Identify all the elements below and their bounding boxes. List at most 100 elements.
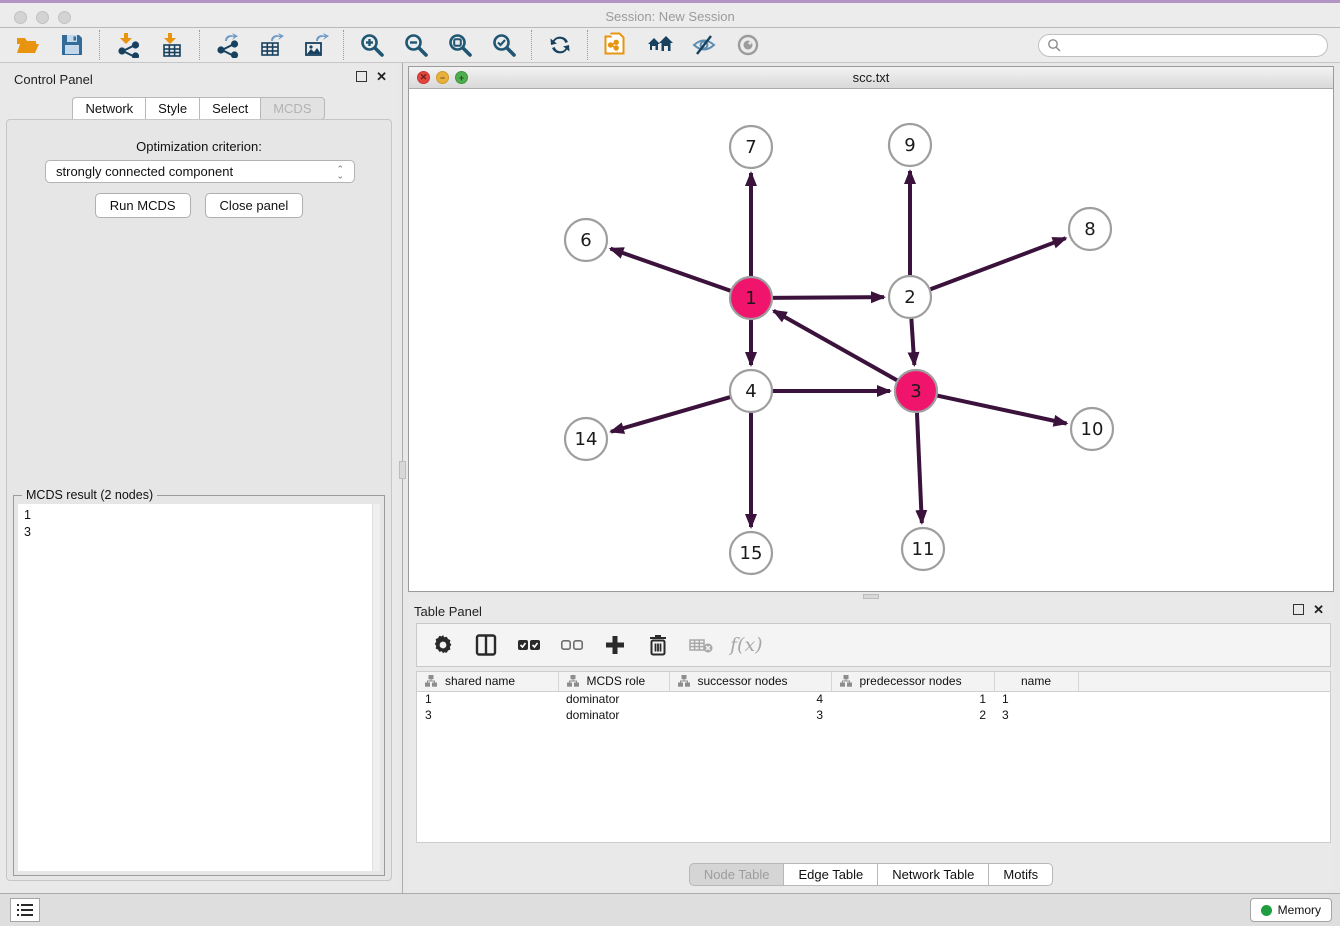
vertical-splitter[interactable]	[397, 63, 408, 893]
list-icon	[17, 903, 33, 917]
function-builder-icon[interactable]: f(x)	[730, 634, 763, 656]
cell-successor-nodes[interactable]: 3	[669, 707, 831, 723]
table-row[interactable]: 3dominator323	[417, 707, 1330, 723]
app-titlebar: Session: New Session	[0, 0, 1340, 28]
close-panel-button[interactable]: Close panel	[205, 193, 304, 218]
cell-MCDS-role[interactable]: dominator	[558, 691, 669, 707]
graph-node-10[interactable]: 10	[1071, 408, 1113, 450]
column-header-predecessor-nodes[interactable]: predecessor nodes	[831, 672, 994, 691]
search-icon	[1047, 38, 1061, 52]
edge-3-10[interactable]	[934, 395, 1067, 424]
graph-node-7[interactable]: 7	[730, 126, 772, 168]
graph-node-15[interactable]: 15	[730, 532, 772, 574]
vertical-splitter-handle[interactable]	[399, 461, 406, 479]
edge-1-2[interactable]	[769, 297, 884, 298]
cell-predecessor-nodes[interactable]: 1	[831, 691, 994, 707]
open-session-icon[interactable]	[14, 32, 41, 59]
zoom-out-icon[interactable]	[402, 32, 429, 59]
refresh-view-icon[interactable]	[546, 32, 573, 59]
network-window-titlebar[interactable]: ✕ − + scc.txt	[409, 67, 1333, 89]
cell-successor-nodes[interactable]: 4	[669, 691, 831, 707]
delete-column-trash-icon[interactable]	[644, 631, 672, 659]
export-table-icon[interactable]	[258, 32, 285, 59]
optimization-criterion-dropdown[interactable]: strongly connected component ⌃⌃	[45, 160, 355, 183]
graph-node-14[interactable]: 14	[565, 418, 607, 460]
column-header-successor-nodes[interactable]: successor nodes	[669, 672, 831, 691]
import-network-icon[interactable]	[114, 32, 141, 59]
column-header-shared-name[interactable]: shared name	[417, 672, 558, 691]
home-hierarchy-icon[interactable]	[646, 32, 673, 59]
tab-edge-table[interactable]: Edge Table	[783, 863, 877, 886]
tab-select[interactable]: Select	[199, 97, 260, 120]
edge-1-6[interactable]	[611, 249, 734, 292]
network-canvas[interactable]: 7 9 6 8 1 2 4 3 14 10 15 11	[409, 89, 1333, 591]
graph-node-8[interactable]: 8	[1069, 208, 1111, 250]
graph-node-11[interactable]: 11	[902, 528, 944, 570]
cell-name[interactable]: 3	[994, 707, 1078, 723]
tab-motifs[interactable]: Motifs	[988, 863, 1053, 886]
show-hidden-eye-icon[interactable]	[734, 32, 761, 59]
graph-node-2[interactable]: 2	[889, 276, 931, 318]
import-table-icon[interactable]	[158, 32, 185, 59]
table-row[interactable]: 1dominator411	[417, 691, 1330, 707]
delete-table-icon[interactable]	[687, 631, 715, 659]
result-scrollbar[interactable]	[372, 504, 380, 871]
cell-predecessor-nodes[interactable]: 2	[831, 707, 994, 723]
task-history-button[interactable]	[10, 898, 40, 922]
export-network-icon[interactable]	[214, 32, 241, 59]
right-column: ✕ − + scc.txt 7968124314101511 Table Pan…	[408, 63, 1334, 893]
edge-4-14[interactable]	[611, 396, 734, 432]
column-header-name[interactable]: name	[994, 672, 1078, 691]
table-panel-float-icon[interactable]	[1293, 604, 1304, 615]
edge-2-3[interactable]	[911, 315, 914, 365]
cell-MCDS-role[interactable]: dominator	[558, 707, 669, 723]
memory-button[interactable]: Memory	[1250, 898, 1332, 922]
svg-text:4: 4	[745, 381, 756, 402]
search-field[interactable]	[1038, 34, 1328, 57]
graph-node-4[interactable]: 4	[730, 370, 772, 412]
mcds-result-group: MCDS result (2 nodes) 1 3	[13, 495, 385, 876]
mcds-result-title: MCDS result (2 nodes)	[22, 488, 157, 502]
mcds-result-textarea[interactable]: 1 3	[18, 504, 380, 871]
edge-2-8[interactable]	[927, 238, 1066, 290]
edge-3-1[interactable]	[774, 311, 901, 382]
save-session-icon[interactable]	[58, 32, 85, 59]
tab-mcds[interactable]: MCDS	[260, 97, 324, 120]
table-panel: Table Panel ✕	[408, 597, 1334, 890]
split-view-icon[interactable]	[472, 631, 500, 659]
column-header-MCDS-role[interactable]: MCDS role	[558, 672, 669, 691]
zoom-fit-icon[interactable]	[446, 32, 473, 59]
graph-node-6[interactable]: 6	[565, 219, 607, 261]
tab-style[interactable]: Style	[145, 97, 199, 120]
graph-node-3[interactable]: 3	[895, 370, 937, 412]
select-all-checkboxes-icon[interactable]	[515, 631, 543, 659]
search-input[interactable]	[1066, 38, 1319, 52]
cell-shared-name[interactable]: 3	[417, 707, 558, 723]
tab-network-table[interactable]: Network Table	[877, 863, 988, 886]
memory-label: Memory	[1278, 903, 1321, 917]
tab-node-table[interactable]: Node Table	[689, 863, 784, 886]
table-panel-close-icon[interactable]: ✕	[1313, 604, 1324, 615]
column-header-filler	[1078, 672, 1330, 691]
edge-3-11[interactable]	[917, 409, 922, 523]
add-column-icon[interactable]	[601, 631, 629, 659]
graph-node-1[interactable]: 1	[730, 277, 772, 319]
graph-node-9[interactable]: 9	[889, 124, 931, 166]
export-image-icon[interactable]	[302, 32, 329, 59]
tab-network[interactable]: Network	[72, 97, 145, 120]
zoom-in-icon[interactable]	[358, 32, 385, 59]
run-mcds-button[interactable]: Run MCDS	[95, 193, 191, 218]
cell-name[interactable]: 1	[994, 691, 1078, 707]
svg-text:6: 6	[580, 230, 591, 251]
cell-shared-name[interactable]: 1	[417, 691, 558, 707]
control-panel-float-icon[interactable]	[356, 71, 367, 82]
control-panel: Control Panel ✕ NetworkStyleSelectMCDS O…	[0, 63, 397, 893]
hide-selected-eye-icon[interactable]	[690, 32, 717, 59]
zoom-selected-icon[interactable]	[490, 32, 517, 59]
control-panel-tabs: NetworkStyleSelectMCDS	[0, 97, 397, 120]
control-panel-close-icon[interactable]: ✕	[376, 71, 387, 82]
duplicate-network-icon[interactable]	[602, 32, 629, 59]
settings-gear-icon[interactable]	[429, 631, 457, 659]
deselect-all-checkboxes-icon[interactable]	[558, 631, 586, 659]
horizontal-splitter-handle[interactable]	[863, 594, 879, 599]
